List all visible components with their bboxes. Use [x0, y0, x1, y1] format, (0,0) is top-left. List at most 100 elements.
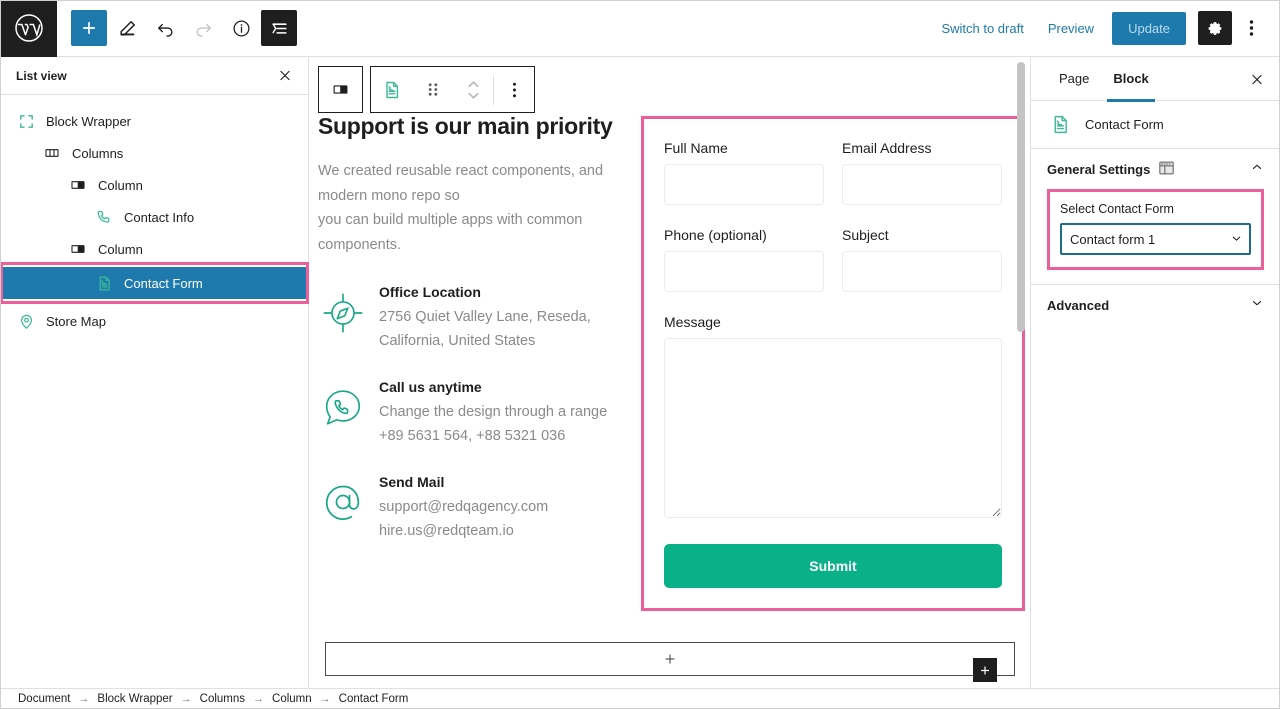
select-parent-column-button[interactable]	[321, 67, 361, 112]
drag-handle-icon[interactable]	[413, 67, 453, 112]
add-block-button[interactable]	[71, 10, 107, 46]
block-type-contact-form-icon[interactable]	[371, 67, 413, 112]
email-input[interactable]	[842, 164, 1002, 205]
contact-form-icon	[92, 271, 116, 295]
panel-general-settings-header[interactable]: General Settings	[1031, 149, 1280, 189]
list-item-selected-wrapper: Contact Form	[0, 262, 309, 304]
info-title: Office Location	[379, 284, 481, 301]
subject-input[interactable]	[842, 251, 1002, 292]
info-line: +89 5631 564, +88 5321 036	[379, 427, 566, 444]
form-row-2: Phone (optional) Subject	[664, 227, 1002, 292]
phone-input[interactable]	[664, 251, 824, 292]
phone-icon	[92, 205, 116, 229]
breadcrumb-separator: →	[180, 693, 192, 705]
wordpress-logo-icon[interactable]	[0, 0, 57, 57]
message-textarea[interactable]	[664, 338, 1002, 518]
add-block-inline-button[interactable]	[973, 658, 997, 682]
breadcrumb: Document → Block Wrapper → Columns → Col…	[0, 688, 1280, 709]
list-view-toggle-button[interactable]	[261, 10, 297, 46]
full-name-input[interactable]	[664, 164, 824, 205]
phone-label: Phone (optional)	[664, 227, 767, 243]
map-pin-icon	[14, 309, 38, 333]
column-icon	[66, 237, 90, 261]
info-item-call-us: Call us anytime Change the design throug…	[318, 379, 638, 448]
block-wrapper-icon	[14, 109, 38, 133]
list-view-tree: Block Wrapper Columns Column Contact Inf…	[0, 95, 309, 337]
block-options-kebab-icon[interactable]	[494, 67, 534, 112]
subject-label: Subject	[842, 227, 889, 243]
editor-canvas: Support is our main priority We created …	[310, 57, 1029, 688]
top-bar-right-tools: Switch to draft Preview Update	[931, 11, 1280, 45]
tab-block[interactable]: Block	[1101, 57, 1160, 102]
undo-button[interactable]	[147, 10, 183, 46]
paragraph-line: modern mono repo so	[318, 187, 460, 204]
list-item-label: Columns	[72, 145, 124, 161]
list-view-title: List view	[16, 68, 67, 83]
email-label: Email Address	[842, 140, 932, 156]
close-icon[interactable]	[1244, 66, 1270, 92]
form-field-email: Email Address	[842, 140, 1002, 205]
list-view-panel: List view Block Wrapper Columns Column C…	[0, 57, 309, 688]
redo-button[interactable]	[185, 10, 221, 46]
selected-block-name: Contact Form	[1085, 117, 1164, 132]
list-item-label: Column	[98, 241, 143, 257]
block-toolbar-main-group	[370, 66, 535, 113]
columns-icon	[40, 141, 64, 165]
sidebar-item-columns[interactable]: Columns	[0, 137, 308, 169]
column-icon	[66, 173, 90, 197]
edit-tools-button[interactable]	[109, 10, 145, 46]
kebab-menu-icon[interactable]	[1236, 11, 1266, 45]
contact-form-block[interactable]: Full Name Email Address Phone (optional)	[641, 116, 1025, 611]
list-item-label: Contact Info	[124, 209, 195, 225]
sidebar-item-contact-form[interactable]: Contact Form	[0, 267, 308, 299]
info-line: support@redqagency.com	[379, 499, 549, 516]
breadcrumb-item-contact-form[interactable]: Contact Form	[339, 693, 409, 705]
breadcrumb-item-columns[interactable]: Columns	[200, 693, 245, 705]
info-line: hire.us@redqteam.io	[379, 522, 514, 539]
breadcrumb-item-column[interactable]: Column	[272, 693, 312, 705]
sidebar-item-contact-info[interactable]: Contact Info	[0, 201, 308, 233]
paragraph-line: you can build multiple apps with common	[318, 212, 583, 229]
contact-info-column: Support is our main priority We created …	[318, 113, 638, 543]
form-field-subject: Subject	[842, 227, 1002, 292]
select-contact-form-dropdown[interactable]: Contact form 1	[1060, 223, 1251, 255]
sidebar-item-store-map[interactable]: Store Map	[0, 305, 308, 337]
list-item-label: Column	[98, 177, 143, 193]
sidebar-item-column-2[interactable]: Column	[0, 233, 308, 265]
canvas-scrollbar[interactable]	[1017, 62, 1025, 332]
breadcrumb-item-block-wrapper[interactable]: Block Wrapper	[97, 693, 172, 705]
info-title: Send Mail	[379, 474, 445, 491]
breadcrumb-separator: →	[78, 693, 90, 705]
info-line: 2756 Quiet Valley Lane, Reseda,	[379, 309, 591, 326]
move-up-down-icon[interactable]	[453, 67, 493, 112]
intro-paragraph: We created reusable react components, an…	[318, 159, 638, 259]
contact-form-icon	[1047, 112, 1073, 138]
update-button[interactable]: Update	[1112, 11, 1186, 45]
tab-page[interactable]: Page	[1047, 57, 1101, 101]
block-settings-sidebar: Page Block Contact Form General Settings…	[1030, 57, 1280, 688]
preview-button[interactable]: Preview	[1038, 13, 1104, 44]
info-line: Change the design through a range	[379, 404, 608, 421]
block-appender-button[interactable]	[325, 642, 1015, 676]
gear-icon[interactable]	[1198, 11, 1232, 45]
details-info-button[interactable]	[223, 10, 259, 46]
info-line: California, United States	[379, 332, 536, 349]
form-field-message: Message	[664, 314, 1002, 518]
block-toolbar	[318, 66, 535, 113]
sidebar-item-column-1[interactable]: Column	[0, 169, 308, 201]
form-row-1: Full Name Email Address	[664, 140, 1002, 205]
chevron-up-icon	[1250, 160, 1264, 179]
panel-advanced-header[interactable]: Advanced	[1031, 285, 1280, 325]
select-contact-form-highlight: Select Contact Form Contact form 1	[1047, 189, 1264, 270]
wordpress-block-editor: Switch to draft Preview Update List view	[0, 0, 1280, 709]
layout-grid-icon	[1159, 161, 1174, 178]
sidebar-item-block-wrapper[interactable]: Block Wrapper	[0, 105, 308, 137]
switch-to-draft-button[interactable]: Switch to draft	[931, 13, 1033, 44]
submit-button[interactable]: Submit	[664, 544, 1002, 588]
info-item-office-location: Office Location 2756 Quiet Valley Lane, …	[318, 284, 638, 353]
paragraph-line: We created reusable react components, an…	[318, 162, 604, 179]
close-icon[interactable]	[272, 63, 298, 89]
breadcrumb-item-document[interactable]: Document	[18, 693, 70, 705]
phone-chat-icon	[318, 379, 368, 429]
form-field-full-name: Full Name	[664, 140, 824, 205]
